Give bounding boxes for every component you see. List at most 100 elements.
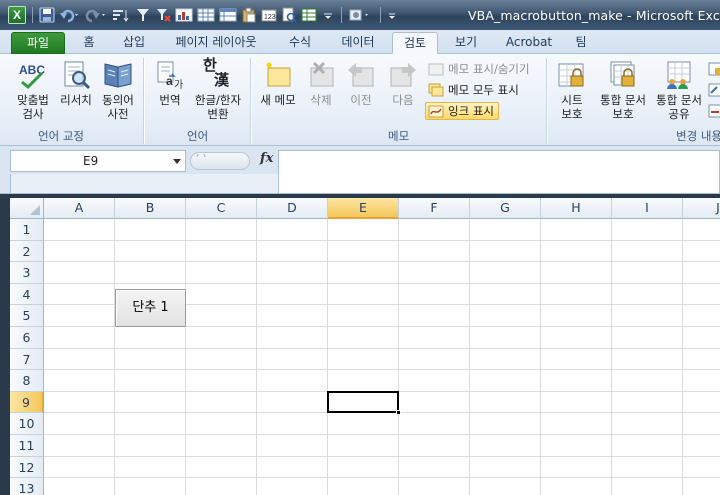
- tab-view[interactable]: 보기: [446, 32, 486, 54]
- protect-sheet-label: 시트: [561, 93, 583, 107]
- translate-button[interactable]: a가 번역: [152, 60, 188, 107]
- name-box-value: E9: [83, 154, 99, 168]
- show-hide-comment-button[interactable]: 메모 표시/숨기기: [428, 60, 530, 78]
- tab-team[interactable]: 팀: [566, 32, 596, 54]
- new-comment-icon: [263, 60, 293, 90]
- excel-app-icon[interactable]: X: [8, 6, 26, 24]
- spelling-button[interactable]: ABC 맞춤법 검사: [12, 60, 54, 121]
- protect-sheet-button[interactable]: 시트 보호: [552, 60, 592, 121]
- clipboard-icon[interactable]: [241, 7, 257, 23]
- sort-icon[interactable]: [111, 7, 131, 23]
- next-comment-button[interactable]: 다음: [386, 60, 420, 107]
- column-header-g[interactable]: G: [470, 198, 541, 219]
- column-header-a[interactable]: A: [44, 198, 115, 219]
- tab-data[interactable]: 데이터: [332, 32, 384, 54]
- row-header-12[interactable]: 12: [10, 456, 44, 479]
- row-header-1[interactable]: 1: [10, 219, 44, 241]
- chart-icon[interactable]: [175, 7, 193, 23]
- share-workbook-label: 통합 문서: [656, 93, 702, 107]
- select-all-button[interactable]: [10, 198, 44, 219]
- more-dropdown-icon[interactable]: [387, 7, 397, 23]
- save-icon[interactable]: [39, 7, 55, 23]
- undo-icon[interactable]: [59, 7, 81, 23]
- fill-handle[interactable]: [396, 410, 401, 416]
- formula-input[interactable]: [278, 150, 720, 194]
- ribbon-group-divider: [250, 58, 251, 144]
- column-header-h[interactable]: H: [541, 198, 612, 219]
- print-preview-icon[interactable]: [281, 7, 297, 23]
- next-comment-icon: [388, 60, 418, 90]
- customize-dropdown-icon[interactable]: [321, 7, 335, 23]
- column-header-j[interactable]: J: [683, 198, 720, 219]
- tab-page-layout[interactable]: 페이지 레이아웃: [166, 32, 266, 54]
- tab-insert[interactable]: 삽입: [114, 32, 154, 54]
- protect-workbook-icon: [608, 60, 638, 90]
- row-header-11[interactable]: 11: [10, 435, 44, 457]
- redo-icon[interactable]: [85, 7, 107, 23]
- protect-workbook-label-2: 보호: [612, 107, 634, 121]
- research-button[interactable]: 리서치: [56, 60, 96, 107]
- thesaurus-label: 동의어: [102, 93, 134, 107]
- filter-icon[interactable]: [135, 7, 151, 23]
- row-header-2[interactable]: 2: [10, 240, 44, 263]
- row-header-9[interactable]: 9: [10, 391, 44, 414]
- worksheet-grid[interactable]: ABCDEFGHIJ 1 2 3 4 5 6 7 8 9 10 11 12 13 단추 1: [10, 198, 720, 495]
- delete-comment-label: 삭제: [310, 93, 332, 107]
- spreadsheet-icon[interactable]: [301, 7, 317, 23]
- tab-home[interactable]: 홈: [74, 32, 104, 54]
- track-changes-button[interactable]: [708, 102, 720, 120]
- column-header-b[interactable]: B: [115, 198, 186, 219]
- column-header-d[interactable]: D: [257, 198, 328, 219]
- macro-button[interactable]: 단추 1: [115, 288, 186, 327]
- track-changes-icon: [708, 104, 720, 118]
- formula-bar-grip[interactable]: [190, 152, 250, 170]
- row-header-6[interactable]: 6: [10, 327, 44, 349]
- tab-review[interactable]: 검토: [392, 32, 438, 54]
- number-format-icon[interactable]: 123: [261, 7, 277, 23]
- show-ink-button[interactable]: 잉크 표시: [425, 102, 499, 120]
- column-header-e[interactable]: E: [328, 198, 399, 219]
- tab-acrobat[interactable]: Acrobat: [498, 32, 560, 54]
- column-header-c[interactable]: C: [186, 198, 257, 219]
- row-gridline: [44, 261, 720, 263]
- new-comment-button[interactable]: 새 메모: [256, 60, 300, 107]
- toolbar-divider: [32, 7, 33, 23]
- macro-tools-icon[interactable]: [348, 7, 374, 23]
- thesaurus-button[interactable]: 동의어 사전: [98, 60, 138, 121]
- chevron-down-icon[interactable]: [173, 159, 181, 164]
- previous-comment-button[interactable]: 이전: [344, 60, 378, 107]
- row-header-4[interactable]: 4: [10, 283, 44, 306]
- pivot-icon[interactable]: [219, 7, 237, 23]
- tab-file[interactable]: 파일: [11, 32, 65, 54]
- show-all-comments-button[interactable]: 메모 모두 표시: [428, 81, 519, 99]
- clear-filter-icon[interactable]: [155, 7, 171, 23]
- row-gridline: [44, 434, 720, 435]
- title-bar: X 123 VBA_macrobutton_make - Microsoft E…: [0, 0, 720, 30]
- row-header-3[interactable]: 3: [10, 262, 44, 284]
- hangul-hanja-button[interactable]: 한 漢 한글/한자 변환: [190, 58, 246, 122]
- active-cell[interactable]: [327, 390, 401, 416]
- delete-comment-icon: [306, 60, 336, 90]
- allow-edit-ranges-button[interactable]: [708, 81, 720, 99]
- tab-formulas[interactable]: 수식: [278, 32, 322, 54]
- insert-function-icon[interactable]: fx: [260, 151, 273, 166]
- table-icon[interactable]: [197, 7, 215, 23]
- protect-share-workbook-button[interactable]: [708, 60, 720, 78]
- row-header-7[interactable]: 7: [10, 348, 44, 371]
- worksheet-area: ABCDEFGHIJ 1 2 3 4 5 6 7 8 9 10 11 12 13 단추 1: [0, 194, 720, 495]
- column-header-i[interactable]: I: [612, 198, 683, 219]
- share-workbook-button[interactable]: 통합 문서 공유: [652, 60, 706, 121]
- protect-workbook-button[interactable]: 통합 문서 보호: [596, 60, 650, 121]
- name-box[interactable]: E9: [10, 150, 186, 172]
- row-header-8[interactable]: 8: [10, 370, 44, 392]
- row-header-5[interactable]: 5: [10, 305, 44, 327]
- quick-access-toolbar: X 123: [8, 6, 397, 24]
- show-ink-icon: [428, 105, 444, 118]
- previous-comment-label: 이전: [350, 93, 372, 107]
- row-header-10[interactable]: 10: [10, 413, 44, 435]
- thesaurus-label-2: 사전: [107, 107, 129, 121]
- row-header-13[interactable]: 13: [10, 478, 44, 495]
- research-icon: [61, 60, 91, 90]
- delete-comment-button[interactable]: 삭제: [304, 60, 338, 107]
- column-header-f[interactable]: F: [399, 198, 470, 219]
